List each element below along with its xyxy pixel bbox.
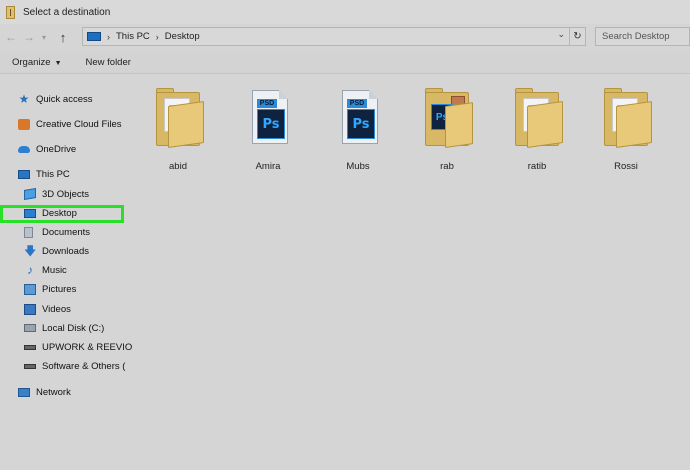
nav-label: OneDrive <box>36 143 77 155</box>
file-name: Rossi <box>614 161 638 172</box>
folder-item[interactable]: Ps rab <box>411 82 483 174</box>
nav-label: Local Disk (C:) <box>42 322 105 334</box>
file-name: abid <box>169 161 187 172</box>
title-bar: Select a destination <box>0 0 690 24</box>
address-bar[interactable]: › This PC › Desktop ⌄ <box>82 27 570 46</box>
music-note-icon: ♪ <box>27 262 33 277</box>
download-arrow-icon: 🡇 <box>24 243 37 258</box>
back-arrow-icon[interactable]: ← <box>2 27 20 47</box>
search-placeholder: Search Desktop <box>602 31 670 42</box>
nav-item-downloads[interactable]: 🡇 Downloads <box>24 243 89 259</box>
network-icon <box>18 387 30 397</box>
navigation-pane: ★ Quick access Creative Cloud Files OneD… <box>0 80 135 470</box>
address-dropdown-icon[interactable]: ⌄ <box>557 29 565 40</box>
nav-item-this-pc[interactable]: This PC <box>18 166 70 182</box>
nav-item-onedrive[interactable]: OneDrive <box>18 141 76 157</box>
file-list: abid PSD Ps Amira PSD Ps Mubs Ps rab ratib <box>140 80 690 470</box>
nav-label: Downloads <box>42 245 89 257</box>
nav-item-network[interactable]: Network <box>18 384 71 400</box>
nav-item-local-disk[interactable]: Local Disk (C:) <box>24 320 104 336</box>
cube-icon <box>24 187 36 201</box>
file-name: Mubs <box>346 161 370 172</box>
star-icon: ★ <box>18 91 30 106</box>
nav-item-3d-objects[interactable]: 3D Objects <box>24 186 89 202</box>
nav-item-pictures[interactable]: Pictures <box>24 281 76 297</box>
nav-label: Network <box>36 386 71 398</box>
window-icon <box>6 5 15 19</box>
hard-disk-icon <box>24 324 36 332</box>
folder-item[interactable]: abid <box>142 82 214 174</box>
folder-icon <box>602 88 652 148</box>
computer-icon <box>18 169 30 179</box>
breadcrumb-separator-icon[interactable]: › <box>156 32 159 42</box>
search-input[interactable]: Search Desktop <box>595 27 690 46</box>
creative-cloud-icon <box>18 118 30 130</box>
nav-item-videos[interactable]: Videos <box>24 301 71 317</box>
folder-icon: Ps <box>423 88 473 148</box>
refresh-icon[interactable]: ↻ <box>570 27 586 46</box>
document-icon <box>24 226 33 238</box>
new-folder-button[interactable]: New folder <box>86 57 131 68</box>
file-name: ratib <box>527 161 547 172</box>
address-row: ← → ▾ ↑ › This PC › Desktop ⌄ ↻ Search D… <box>0 24 690 50</box>
psd-file-item[interactable]: PSD Ps Amira <box>232 82 304 174</box>
psd-file-icon: PSD Ps <box>334 88 384 148</box>
chevron-down-icon: ▼ <box>54 60 62 67</box>
folder-item[interactable]: ratib <box>501 82 573 174</box>
window-title: Select a destination <box>23 6 111 18</box>
breadcrumb-separator-icon[interactable]: › <box>107 32 110 42</box>
drive-icon <box>24 363 36 369</box>
this-pc-icon <box>87 32 101 41</box>
breadcrumb-this-pc[interactable]: This PC <box>116 31 150 42</box>
recent-locations-chevron-icon[interactable]: ▾ <box>38 27 50 47</box>
command-bar: Organize ▼ New folder <box>0 52 690 74</box>
selection-highlight <box>0 205 124 223</box>
organize-label: Organize <box>12 57 51 68</box>
folder-icon <box>513 88 563 148</box>
psd-file-icon: PSD Ps <box>244 88 294 148</box>
nav-label: Quick access <box>36 93 93 105</box>
nav-item-upwork-drive[interactable]: UPWORK & REEVIO <box>24 339 132 355</box>
nav-label: This PC <box>36 168 70 180</box>
nav-label: Creative Cloud Files <box>36 118 122 130</box>
film-icon <box>24 303 36 315</box>
drive-icon <box>24 344 36 350</box>
file-name: Amira <box>255 161 281 172</box>
nav-label: Documents <box>42 226 91 238</box>
nav-item-creative-cloud[interactable]: Creative Cloud Files <box>18 116 122 132</box>
nav-label: Pictures <box>42 283 77 295</box>
nav-label: Videos <box>42 303 71 315</box>
folder-icon <box>154 88 204 148</box>
cloud-icon <box>18 145 30 153</box>
organize-button[interactable]: Organize ▼ <box>12 57 62 68</box>
file-name: rab <box>440 161 454 172</box>
nav-label: UPWORK & REEVIO <box>42 341 133 353</box>
nav-item-music[interactable]: ♪ Music <box>24 262 67 278</box>
nav-label: Software & Others ( <box>42 360 126 372</box>
pictures-icon <box>24 283 36 295</box>
psd-file-item[interactable]: PSD Ps Mubs <box>322 82 394 174</box>
up-arrow-icon[interactable]: ↑ <box>54 27 72 47</box>
nav-item-quick-access[interactable]: ★ Quick access <box>18 91 93 107</box>
forward-arrow-icon[interactable]: → <box>20 27 38 47</box>
nav-item-software-drive[interactable]: Software & Others ( <box>24 358 125 374</box>
nav-label: Music <box>42 264 67 276</box>
breadcrumb-desktop[interactable]: Desktop <box>165 31 200 42</box>
nav-item-documents[interactable]: Documents <box>24 224 90 240</box>
folder-item[interactable]: Rossi <box>590 82 662 174</box>
nav-label: 3D Objects <box>42 188 89 200</box>
